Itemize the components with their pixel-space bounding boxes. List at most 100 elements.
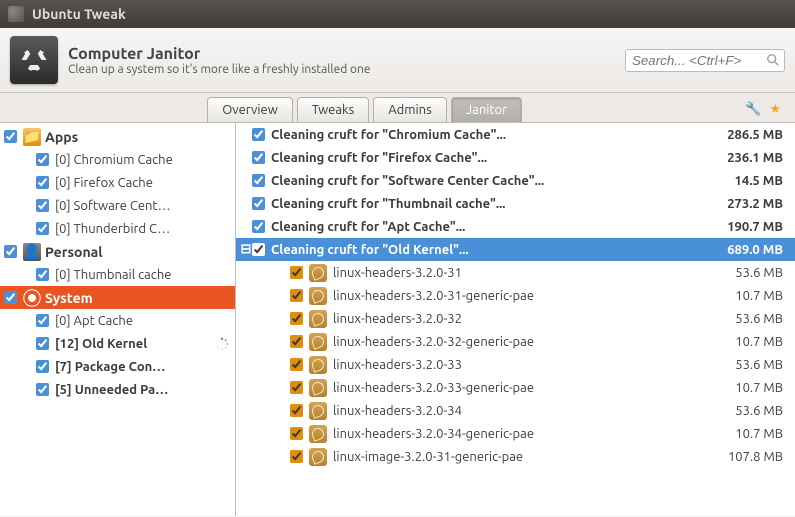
package-row[interactable]: linux-headers-3.2.0-3153.6 MB	[236, 261, 795, 284]
pkg-name: linux-headers-3.2.0-34-generic-pae	[333, 427, 735, 441]
result-size: 689.0 MB	[727, 243, 789, 257]
pkg-name: linux-headers-3.2.0-32	[333, 312, 735, 326]
item-check[interactable]	[36, 383, 49, 396]
package-row[interactable]: linux-headers-3.2.0-34-generic-pae10.7 M…	[236, 422, 795, 445]
result-check[interactable]	[252, 174, 265, 187]
category-apps[interactable]: 📁 Apps	[0, 125, 235, 148]
package-icon	[309, 379, 327, 397]
item-check[interactable]	[36, 314, 49, 327]
package-row[interactable]: linux-headers-3.2.0-32-generic-pae10.7 M…	[236, 330, 795, 353]
result-size: 286.5 MB	[727, 128, 789, 142]
pkg-size: 10.7 MB	[735, 335, 789, 349]
result-check[interactable]	[252, 197, 265, 210]
pkg-check[interactable]	[290, 312, 303, 325]
result-header[interactable]: Cleaning cruft for "Chromium Cache"...28…	[236, 123, 795, 146]
package-row[interactable]: linux-headers-3.2.0-3353.6 MB	[236, 353, 795, 376]
collapse-icon[interactable]: ⊟	[240, 242, 252, 257]
category-system-check[interactable]	[4, 291, 17, 304]
result-label: Cleaning cruft for "Old Kernel"...	[271, 243, 727, 257]
package-icon	[309, 264, 327, 282]
package-icon	[309, 356, 327, 374]
pkg-check[interactable]	[290, 335, 303, 348]
sidebar-item[interactable]: [0] Software Cent…	[0, 194, 235, 217]
sidebar-item[interactable]: [5] Unneeded Pa…	[0, 378, 235, 401]
result-size: 236.1 MB	[727, 151, 789, 165]
pkg-check[interactable]	[290, 427, 303, 440]
result-check[interactable]	[252, 151, 265, 164]
wrench-icon[interactable]: 🔧	[745, 102, 761, 117]
pkg-name: linux-headers-3.2.0-31	[333, 266, 735, 280]
pkg-size: 53.6 MB	[735, 404, 789, 418]
result-check[interactable]	[252, 128, 265, 141]
pkg-size: 10.7 MB	[735, 427, 789, 441]
package-row[interactable]: linux-image-3.2.0-31-generic-pae107.8 MB	[236, 445, 795, 468]
item-check[interactable]	[36, 222, 49, 235]
tab-admins[interactable]: Admins	[373, 97, 447, 122]
category-system[interactable]: System	[0, 286, 235, 309]
item-label: [7] Package Con…	[55, 360, 229, 374]
sidebar-item[interactable]: [0] Apt Cache	[0, 309, 235, 332]
pkg-check[interactable]	[290, 404, 303, 417]
result-header[interactable]: Cleaning cruft for "Firefox Cache"...236…	[236, 146, 795, 169]
pkg-check[interactable]	[290, 381, 303, 394]
page-subtitle: Clean up a system so it's more like a fr…	[68, 63, 370, 76]
sidebar-item[interactable]: [0] Firefox Cache	[0, 171, 235, 194]
result-size: 273.2 MB	[727, 197, 789, 211]
result-header[interactable]: Cleaning cruft for "Software Center Cach…	[236, 169, 795, 192]
results-panel: Cleaning cruft for "Chromium Cache"...28…	[236, 123, 795, 516]
tab-overview[interactable]: Overview	[207, 97, 293, 122]
item-check[interactable]	[36, 153, 49, 166]
result-label: Cleaning cruft for "Software Center Cach…	[271, 174, 735, 188]
sidebar-item[interactable]: [0] Thunderbird C…	[0, 217, 235, 240]
pkg-size: 10.7 MB	[735, 289, 789, 303]
tab-janitor[interactable]: Janitor	[451, 97, 522, 122]
result-label: Cleaning cruft for "Thumbnail cache"...	[271, 197, 727, 211]
header: Computer Janitor Clean up a system so it…	[0, 28, 795, 93]
item-check[interactable]	[36, 337, 49, 350]
pkg-check[interactable]	[290, 358, 303, 371]
sidebar-item[interactable]: [7] Package Con…	[0, 355, 235, 378]
category-personal-check[interactable]	[4, 245, 17, 258]
result-check[interactable]	[252, 243, 265, 256]
sidebar-item[interactable]: [0] Chromium Cache	[0, 148, 235, 171]
pkg-check[interactable]	[290, 266, 303, 279]
pkg-name: linux-image-3.2.0-31-generic-pae	[333, 450, 728, 464]
category-apps-check[interactable]	[4, 130, 17, 143]
pkg-check[interactable]	[290, 450, 303, 463]
category-personal[interactable]: 👤 Personal	[0, 240, 235, 263]
pkg-check[interactable]	[290, 289, 303, 302]
sidebar-item-old-kernel[interactable]: [12] Old Kernel	[0, 332, 235, 355]
category-label: Personal	[45, 244, 229, 260]
package-row[interactable]: linux-headers-3.2.0-33-generic-pae10.7 M…	[236, 376, 795, 399]
result-check[interactable]	[252, 220, 265, 233]
recycle-icon	[10, 36, 58, 84]
category-label: System	[45, 290, 229, 306]
sidebar-item[interactable]: [0] Thumbnail cache	[0, 263, 235, 286]
pkg-size: 53.6 MB	[735, 266, 789, 280]
package-row[interactable]: linux-headers-3.2.0-3453.6 MB	[236, 399, 795, 422]
search-input[interactable]	[625, 49, 785, 72]
pkg-size: 53.6 MB	[735, 312, 789, 326]
package-row[interactable]: linux-headers-3.2.0-31-generic-pae10.7 M…	[236, 284, 795, 307]
window-titlebar: Ubuntu Tweak	[0, 0, 795, 28]
main-split: 📁 Apps [0] Chromium Cache [0] Firefox Ca…	[0, 123, 795, 516]
item-check[interactable]	[36, 360, 49, 373]
header-text: Computer Janitor Clean up a system so it…	[68, 45, 370, 76]
result-header[interactable]: Cleaning cruft for "Apt Cache"...190.7 M…	[236, 215, 795, 238]
tab-tweaks[interactable]: Tweaks	[297, 97, 369, 122]
spinner-icon	[215, 337, 229, 351]
item-check[interactable]	[36, 176, 49, 189]
apps-folder-icon: 📁	[23, 128, 41, 146]
result-header[interactable]: Cleaning cruft for "Thumbnail cache"...2…	[236, 192, 795, 215]
item-check[interactable]	[36, 268, 49, 281]
pkg-size: 107.8 MB	[728, 450, 789, 464]
star-icon[interactable]: ★	[769, 102, 781, 117]
result-label: Cleaning cruft for "Chromium Cache"...	[271, 128, 727, 142]
package-row[interactable]: linux-headers-3.2.0-3253.6 MB	[236, 307, 795, 330]
item-label: [0] Thunderbird C…	[55, 222, 229, 236]
package-icon	[309, 448, 327, 466]
search-icon	[766, 53, 780, 67]
result-header-selected[interactable]: ⊟ Cleaning cruft for "Old Kernel"...689.0…	[236, 238, 795, 261]
item-check[interactable]	[36, 199, 49, 212]
pkg-name: linux-headers-3.2.0-33	[333, 358, 735, 372]
